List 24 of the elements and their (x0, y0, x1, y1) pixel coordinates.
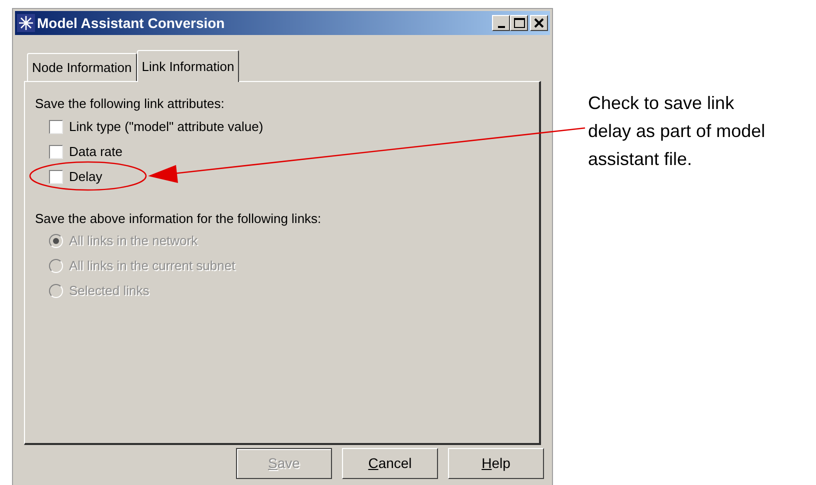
section-heading: Save the above information for the following links: (35, 210, 322, 228)
dialog-button[interactable]: Help (448, 448, 544, 479)
star-icon (17, 14, 35, 32)
close-icon (534, 18, 544, 28)
checkbox-label: Delay (69, 168, 102, 186)
minimize-icon (498, 26, 504, 28)
maximize-button[interactable] (510, 15, 528, 31)
checkbox[interactable] (49, 144, 63, 158)
section-heading: Save the following link attributes: (35, 95, 226, 113)
checkbox-label: Link type ("model" attribute value) (69, 118, 264, 136)
maximize-icon (514, 18, 524, 28)
callout-text: Check to save link delay as part of model assistant file. (588, 92, 766, 171)
tab[interactable]: Node Information (27, 53, 137, 81)
minimize-button[interactable] (492, 15, 510, 31)
checkbox-label: Data rate (69, 142, 122, 161)
radio-label: All links in the network (69, 232, 198, 250)
radio-label: Selected links (69, 282, 150, 300)
checkbox[interactable] (49, 170, 63, 184)
window-title: Model Assistant Conversion (37, 14, 226, 32)
checkbox[interactable] (49, 120, 63, 134)
tab[interactable]: Link Information (136, 50, 240, 82)
close-button[interactable] (530, 15, 548, 31)
radio-label: All links in the current subnet (69, 257, 236, 276)
dialog-button[interactable]: Cancel (342, 448, 438, 479)
